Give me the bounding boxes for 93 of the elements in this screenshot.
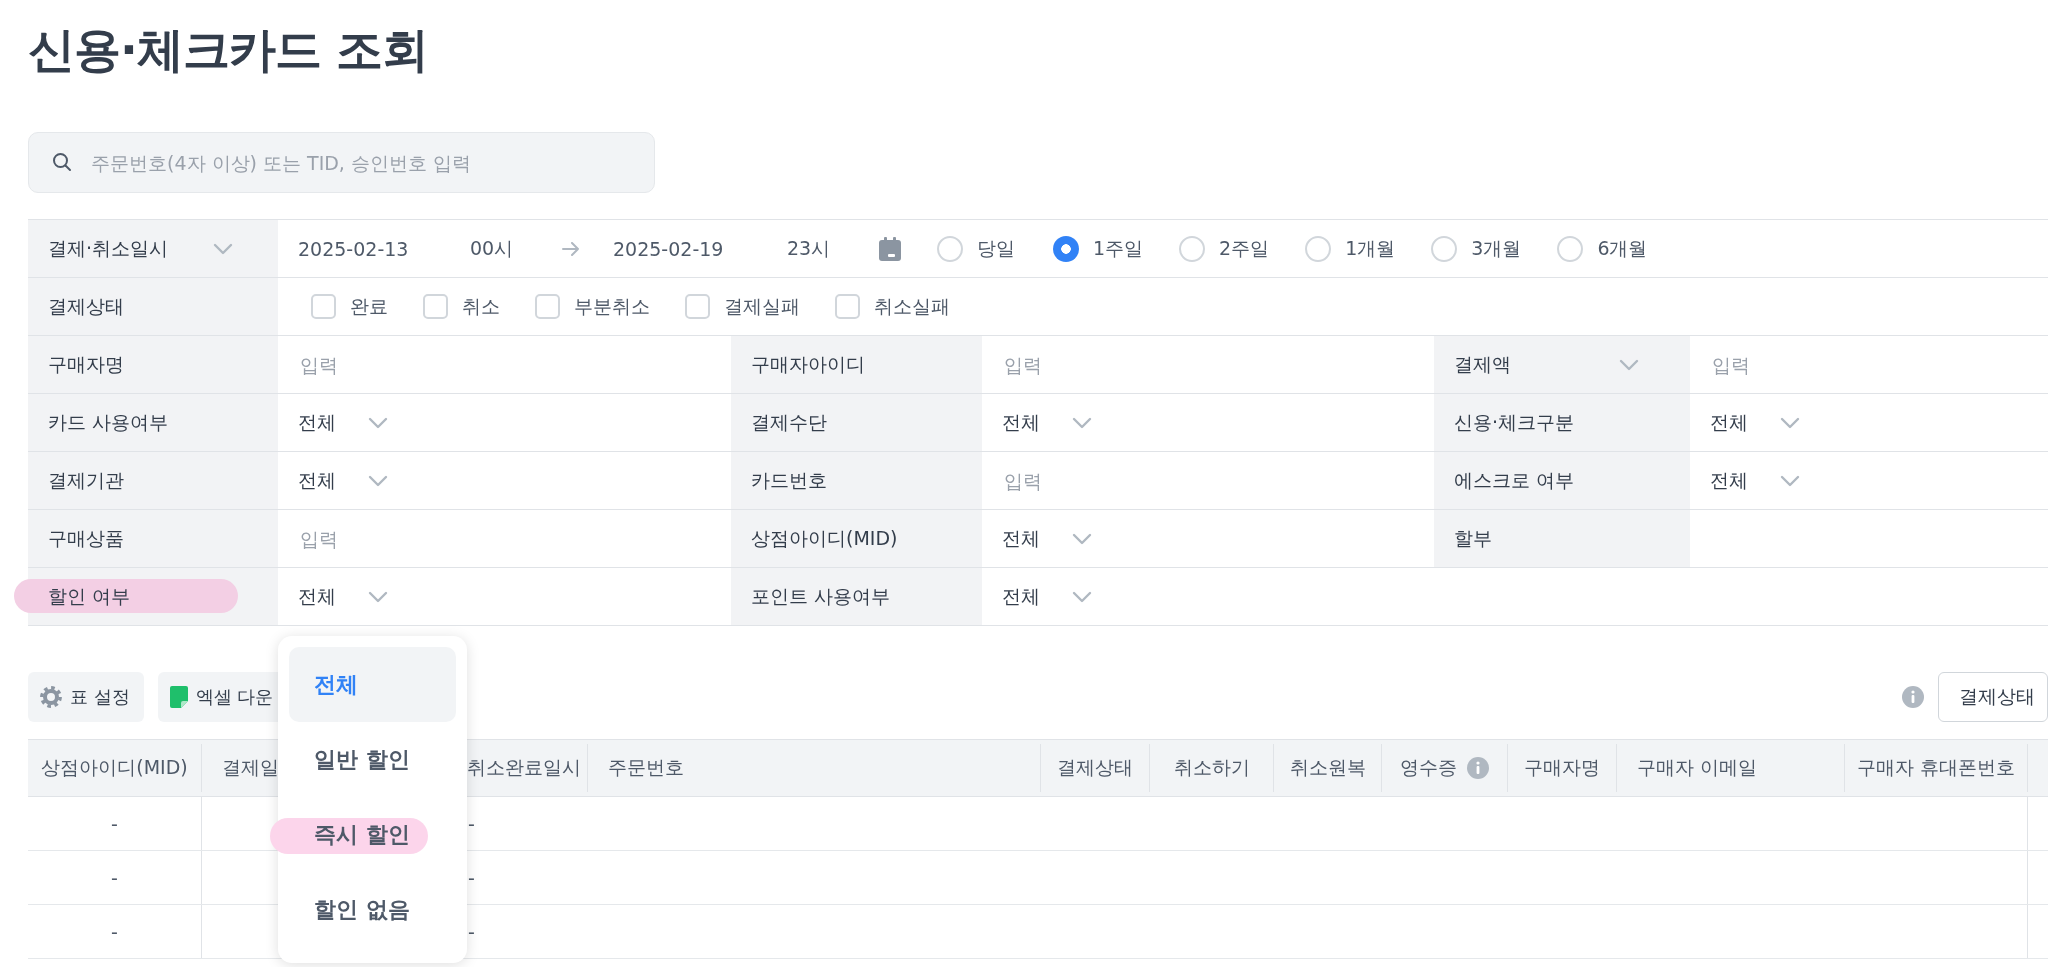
checkbox[interactable]: [685, 294, 710, 319]
document-icon: [169, 686, 188, 708]
filter-label: 할부: [1454, 525, 1492, 551]
chevron-down-icon: [1072, 590, 1092, 603]
select-dropdown[interactable]: 전체: [298, 409, 388, 436]
chevron-down-icon: [1072, 532, 1092, 545]
status-checkbox[interactable]: 결제실패: [685, 293, 800, 320]
radio-button[interactable]: [1053, 235, 1079, 262]
period-radio[interactable]: 6개월: [1557, 235, 1648, 262]
select-dropdown[interactable]: 전체: [298, 467, 388, 494]
checkbox[interactable]: [423, 294, 448, 319]
column-header: 취소원복: [1289, 755, 1366, 780]
dropdown-option[interactable]: 즉시 할인: [289, 797, 456, 872]
column-header: 취소완료일시: [467, 755, 581, 780]
table-cell: -: [111, 812, 118, 835]
period-radio[interactable]: 1주일: [1053, 235, 1144, 262]
column-header: 상점아이디(MID): [41, 755, 188, 780]
text-input[interactable]: 입력: [1710, 352, 2048, 377]
dropdown-option[interactable]: 할인 없음: [289, 872, 456, 947]
column-header: 구매자명: [1524, 755, 1600, 780]
filter-label: 신용·체크구분: [1454, 409, 1575, 435]
filter-label: 포인트 사용여부: [751, 583, 891, 609]
search-icon: [52, 152, 72, 172]
chevron-down-icon: [1780, 474, 1800, 487]
filter-label: 카드 사용여부: [48, 409, 169, 435]
filter-label: 구매자명: [48, 351, 124, 377]
chevron-down-icon: [1780, 416, 1800, 429]
select-dropdown[interactable]: 전체: [1710, 409, 1800, 436]
status-checkbox[interactable]: 취소실패: [835, 293, 950, 320]
checkbox[interactable]: [535, 294, 560, 319]
table-settings-button[interactable]: 표 설정: [28, 672, 144, 722]
filter-label: 상점아이디(MID): [751, 525, 898, 551]
chevron-down-icon: [368, 416, 388, 429]
radio-button[interactable]: [1305, 235, 1332, 262]
text-input[interactable]: 입력: [298, 526, 682, 551]
end-date[interactable]: 2025-02-19: [613, 237, 787, 260]
column-header: 주문번호: [608, 755, 684, 780]
status-checkbox[interactable]: 완료: [311, 293, 388, 320]
filter-label: 카드번호: [751, 467, 827, 493]
dropdown-option[interactable]: 일반 할인: [289, 722, 456, 797]
gear-icon: [40, 686, 62, 708]
filter-label: 결제수단: [751, 409, 827, 435]
status-checkbox[interactable]: 부분취소: [535, 293, 650, 320]
checkbox[interactable]: [835, 294, 860, 319]
column-header: 구매자 이메일: [1637, 755, 1758, 780]
period-radio[interactable]: 2주일: [1179, 235, 1270, 262]
period-radio[interactable]: 1개월: [1305, 235, 1396, 262]
status-button[interactable]: 결제상태: [1938, 672, 2048, 722]
column-header: 영수증: [1400, 755, 1457, 780]
chevron-down-icon: [1619, 358, 1639, 371]
table-cell: -: [468, 866, 475, 889]
column-header: 구매자 휴대폰번호: [1856, 755, 2015, 780]
select-dropdown[interactable]: 전체: [1002, 525, 1092, 552]
period-radio[interactable]: 당일: [937, 235, 1015, 262]
chevron-down-icon: [1072, 416, 1092, 429]
column-header: 결제상태: [1057, 755, 1133, 780]
filter-label: 에스크로 여부: [1454, 467, 1575, 493]
radio-button[interactable]: [1431, 235, 1458, 262]
column-header: 결제일: [222, 755, 279, 780]
search-field[interactable]: 주문번호(4자 이상) 또는 TID, 승인번호 입력: [28, 132, 655, 193]
end-hour[interactable]: 23시: [787, 235, 879, 262]
start-hour[interactable]: 00시: [470, 235, 562, 262]
arrow-right-icon: [562, 241, 580, 256]
calendar-icon[interactable]: [879, 236, 901, 261]
column-header: 취소하기: [1173, 755, 1250, 780]
start-date[interactable]: 2025-02-13: [298, 237, 470, 260]
select-dropdown[interactable]: 전체: [298, 583, 388, 610]
text-input[interactable]: 입력: [298, 352, 682, 377]
text-input[interactable]: 입력: [1002, 468, 1386, 493]
select-dropdown[interactable]: 전체: [1002, 583, 1092, 610]
table-cell: -: [111, 866, 118, 889]
filter-label: 결제상태: [48, 293, 124, 319]
page-title: 신용·체크카드 조회: [28, 21, 429, 79]
radio-button[interactable]: [937, 235, 963, 262]
period-radio[interactable]: 3개월: [1431, 235, 1522, 262]
select-dropdown[interactable]: 전체: [1002, 409, 1092, 436]
chevron-down-icon: [368, 590, 388, 603]
table-cell: -: [468, 812, 475, 835]
filter-label: 구매상품: [48, 525, 124, 551]
table-cell: -: [111, 920, 118, 943]
filter-label: 할인 여부: [48, 583, 131, 609]
chevron-down-icon: [213, 242, 233, 255]
info-icon: [1902, 686, 1924, 708]
radio-button[interactable]: [1557, 235, 1584, 262]
select-dropdown[interactable]: 전체: [1710, 467, 1800, 494]
filter-label: 구매자아이디: [751, 351, 865, 377]
text-input[interactable]: 입력: [1002, 352, 1386, 377]
filter-label: 결제기관: [48, 467, 124, 493]
checkbox[interactable]: [311, 294, 336, 319]
chevron-down-icon: [368, 474, 388, 487]
radio-button[interactable]: [1179, 235, 1206, 262]
table-cell: -: [468, 920, 475, 943]
status-checkbox[interactable]: 취소: [423, 293, 500, 320]
